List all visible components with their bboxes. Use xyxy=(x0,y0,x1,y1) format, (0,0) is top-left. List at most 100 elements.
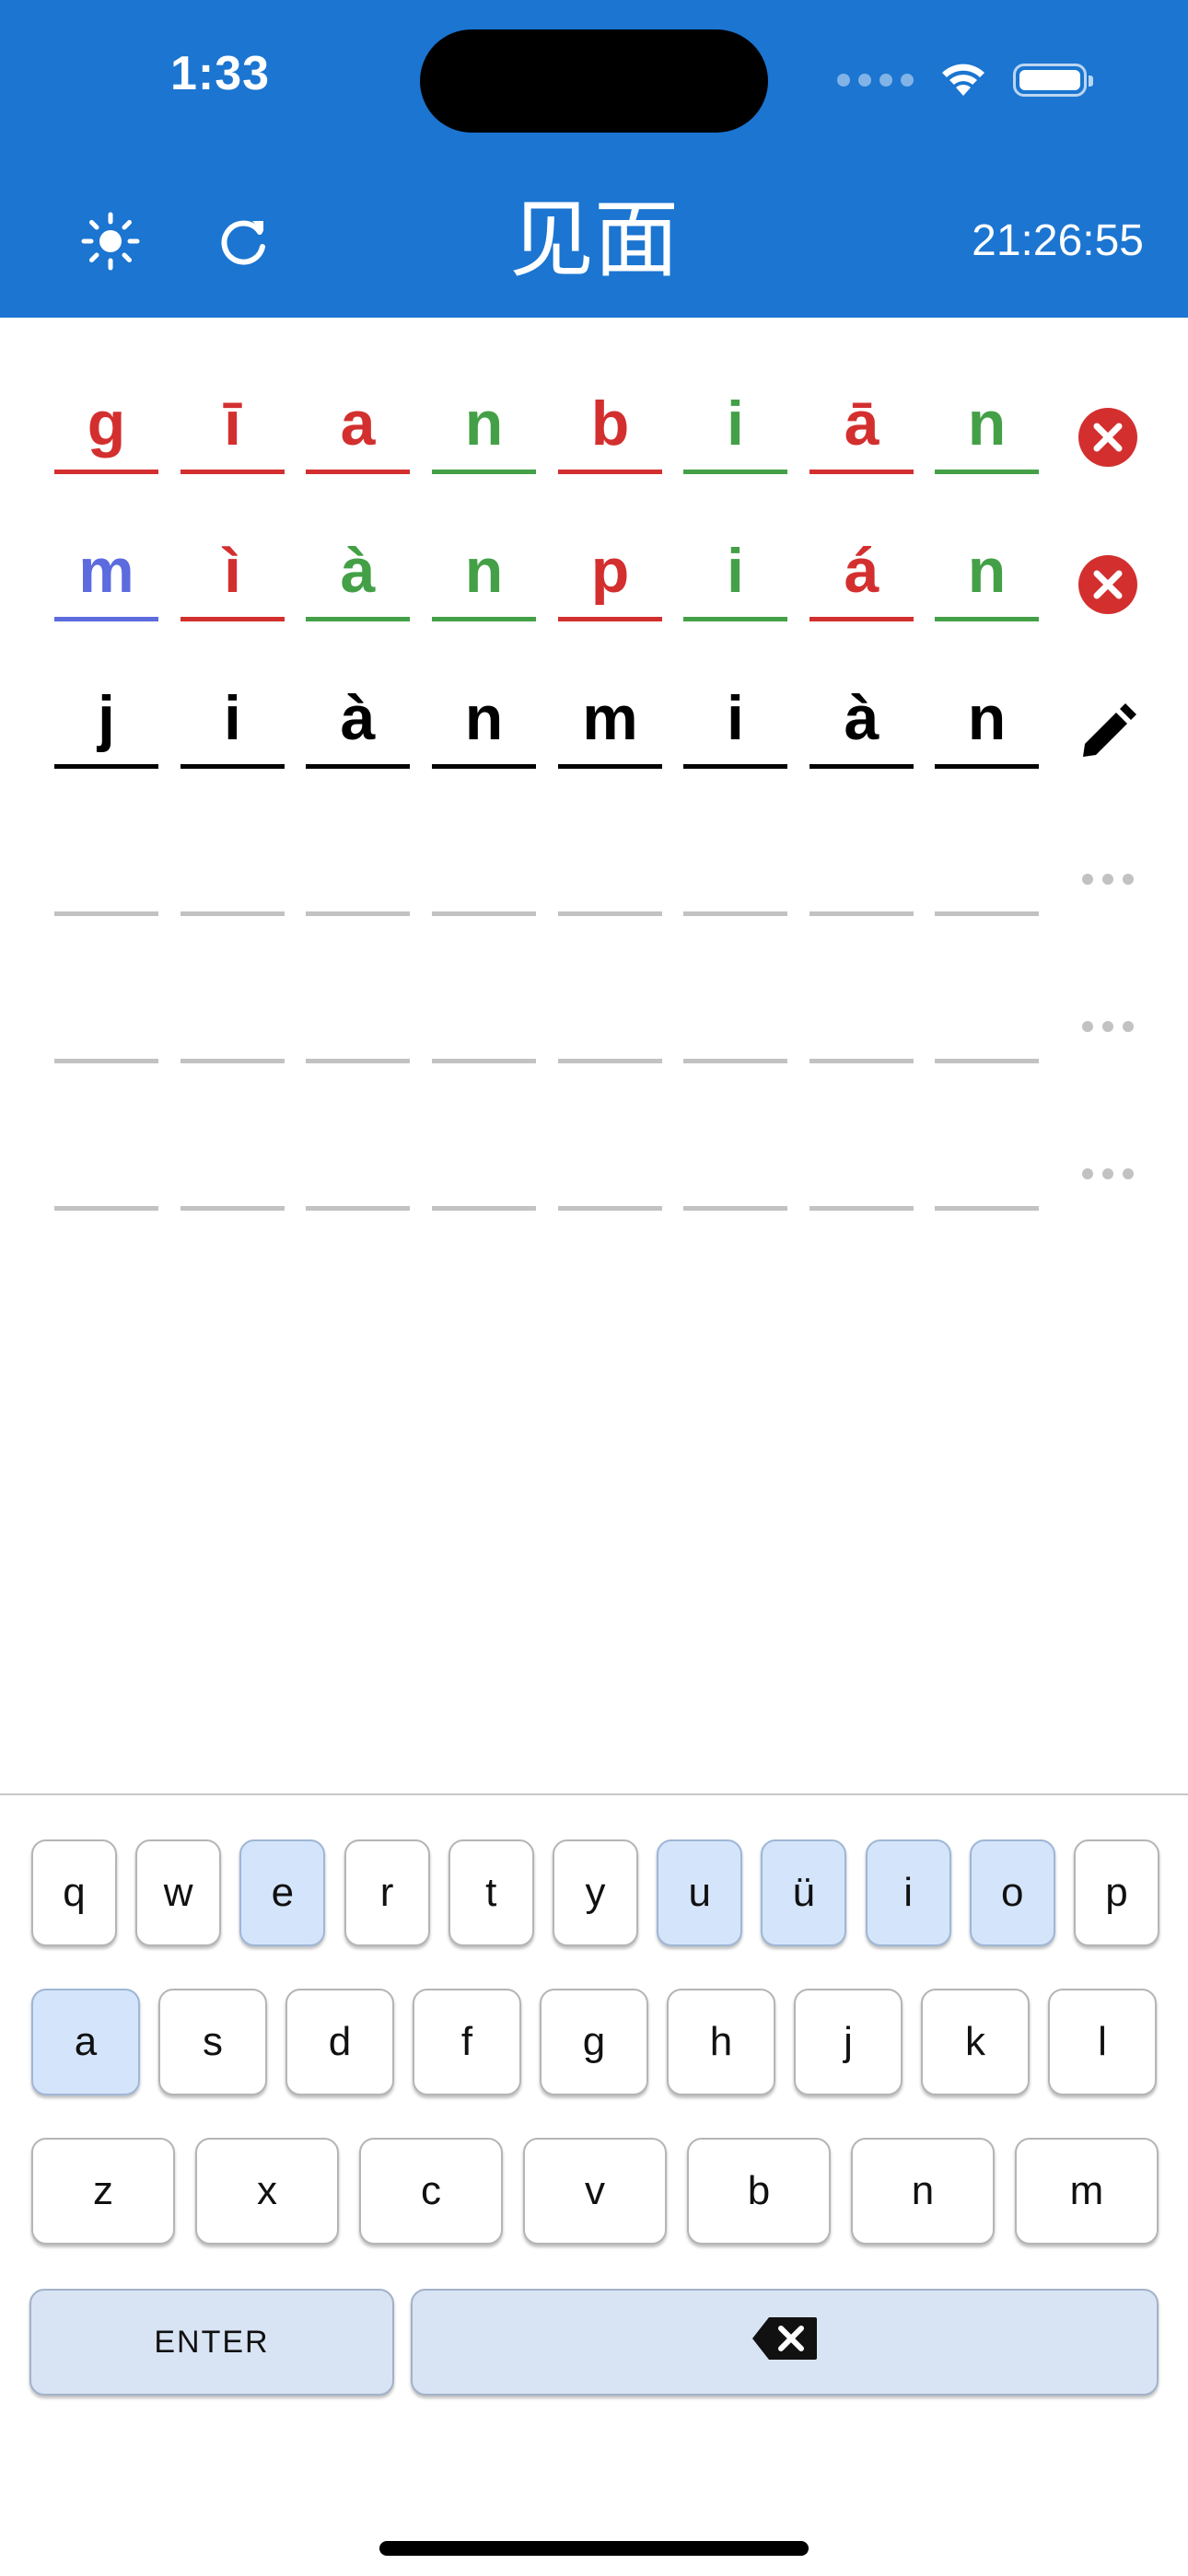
key-l[interactable]: l xyxy=(1048,1989,1157,2095)
letter-cell: ā xyxy=(809,377,914,474)
letter-cell: ī xyxy=(181,377,285,474)
guess-row: jiànmiàn xyxy=(0,672,1188,801)
letter-cell xyxy=(558,819,662,916)
letter-cell xyxy=(432,819,536,916)
backspace-key[interactable] xyxy=(411,2289,1159,2396)
wifi-icon xyxy=(938,59,989,102)
letter-cell xyxy=(306,967,410,1063)
key-k[interactable]: k xyxy=(921,1989,1030,2095)
key-label: b xyxy=(747,2168,771,2213)
key-d[interactable]: d xyxy=(285,1989,394,2095)
key-z[interactable]: z xyxy=(31,2138,175,2245)
key-v[interactable]: v xyxy=(523,2138,667,2245)
cellular-signal-icon xyxy=(837,74,914,87)
key-p[interactable]: p xyxy=(1074,1839,1159,1946)
key-r[interactable]: r xyxy=(344,1839,430,1946)
more-dots-icon xyxy=(1077,996,1138,1057)
letter-cell: n xyxy=(935,525,1039,621)
pencil-icon[interactable] xyxy=(1077,702,1138,762)
key-h[interactable]: h xyxy=(667,1989,775,2095)
key-y[interactable]: y xyxy=(553,1839,638,1946)
letter-cell xyxy=(306,819,410,916)
letter-cell: i xyxy=(683,377,787,474)
letter-cell: n xyxy=(432,672,536,769)
guess-row: gīanbiān xyxy=(0,377,1188,506)
key-o[interactable]: o xyxy=(969,1839,1055,1946)
letter-cell xyxy=(809,967,914,1063)
key-s[interactable]: s xyxy=(158,1989,267,2095)
enter-key-label: ENTER xyxy=(154,2324,270,2360)
key-label: t xyxy=(485,1870,497,1915)
letter-cell: g xyxy=(54,377,158,474)
key-label: r xyxy=(379,1870,394,1915)
letter-cell xyxy=(54,1114,158,1211)
letter-cell xyxy=(432,967,536,1063)
more-dots-icon xyxy=(1077,1143,1138,1204)
letter-cell xyxy=(683,967,787,1063)
letter-cell xyxy=(683,819,787,916)
letter-cell: n xyxy=(935,672,1039,769)
dynamic-island xyxy=(420,29,768,133)
key-label: x xyxy=(257,2168,277,2213)
letter-cell xyxy=(181,967,285,1063)
letter-cell xyxy=(683,1114,787,1211)
letter-cell: p xyxy=(558,525,662,621)
key-ü[interactable]: ü xyxy=(761,1839,847,1946)
home-indicator xyxy=(379,2541,809,2556)
letter-cell: n xyxy=(432,525,536,621)
status-bar-time: 1:33 xyxy=(170,47,271,100)
x-circle-icon xyxy=(1077,407,1138,468)
key-u[interactable]: u xyxy=(657,1839,743,1946)
letter-cell: ì xyxy=(181,525,285,621)
key-n[interactable]: n xyxy=(851,2138,995,2245)
letter-cell: i xyxy=(181,672,285,769)
key-t[interactable]: t xyxy=(448,1839,534,1946)
key-g[interactable]: g xyxy=(540,1989,648,2095)
key-i[interactable]: i xyxy=(865,1839,951,1946)
key-b[interactable]: b xyxy=(687,2138,831,2245)
letter-cell: à xyxy=(306,525,410,621)
letter-cell xyxy=(809,819,914,916)
guess-row xyxy=(0,967,1188,1096)
letter-cell: j xyxy=(54,672,158,769)
key-label: z xyxy=(93,2168,113,2213)
letter-cell: b xyxy=(558,377,662,474)
key-label: o xyxy=(1001,1870,1024,1915)
letter-cell xyxy=(558,1114,662,1211)
more-dots-icon xyxy=(1077,849,1138,910)
backspace-icon xyxy=(751,2315,819,2370)
pinyin-keyboard: ENTER q w e r t y u ü i o p a s d f g h j k l z x c v b n m xyxy=(0,1793,1188,2576)
letter-cell: á xyxy=(809,525,914,621)
key-e[interactable]: e xyxy=(239,1839,326,1946)
key-c[interactable]: c xyxy=(359,2138,503,2245)
guess-row xyxy=(0,1114,1188,1243)
key-a[interactable]: a xyxy=(31,1989,140,2095)
letter-cell: n xyxy=(432,377,536,474)
key-f[interactable]: f xyxy=(413,1989,521,2095)
enter-key[interactable]: ENTER xyxy=(29,2289,394,2396)
key-m[interactable]: m xyxy=(1015,2138,1159,2245)
key-label: f xyxy=(460,2019,473,2064)
guess-row xyxy=(0,819,1188,948)
key-label: m xyxy=(1069,2168,1104,2213)
letter-cell: à xyxy=(306,672,410,769)
key-j[interactable]: j xyxy=(794,1989,903,2095)
key-label: i xyxy=(903,1870,913,1915)
key-label: a xyxy=(74,2019,98,2064)
key-label: y xyxy=(585,1870,606,1915)
letter-cell: m xyxy=(558,672,662,769)
key-label: p xyxy=(1105,1870,1128,1915)
x-circle-icon xyxy=(1077,554,1138,615)
key-label: c xyxy=(421,2168,441,2213)
key-label: k xyxy=(965,2019,985,2064)
letter-cell xyxy=(935,819,1039,916)
letter-cell xyxy=(306,1114,410,1211)
key-q[interactable]: q xyxy=(31,1839,117,1946)
letter-cell xyxy=(558,967,662,1063)
key-x[interactable]: x xyxy=(195,2138,339,2245)
letter-cell: m xyxy=(54,525,158,621)
letter-cell xyxy=(54,967,158,1063)
letter-cell: i xyxy=(683,525,787,621)
key-w[interactable]: w xyxy=(135,1839,222,1946)
letter-cell: a xyxy=(306,377,410,474)
